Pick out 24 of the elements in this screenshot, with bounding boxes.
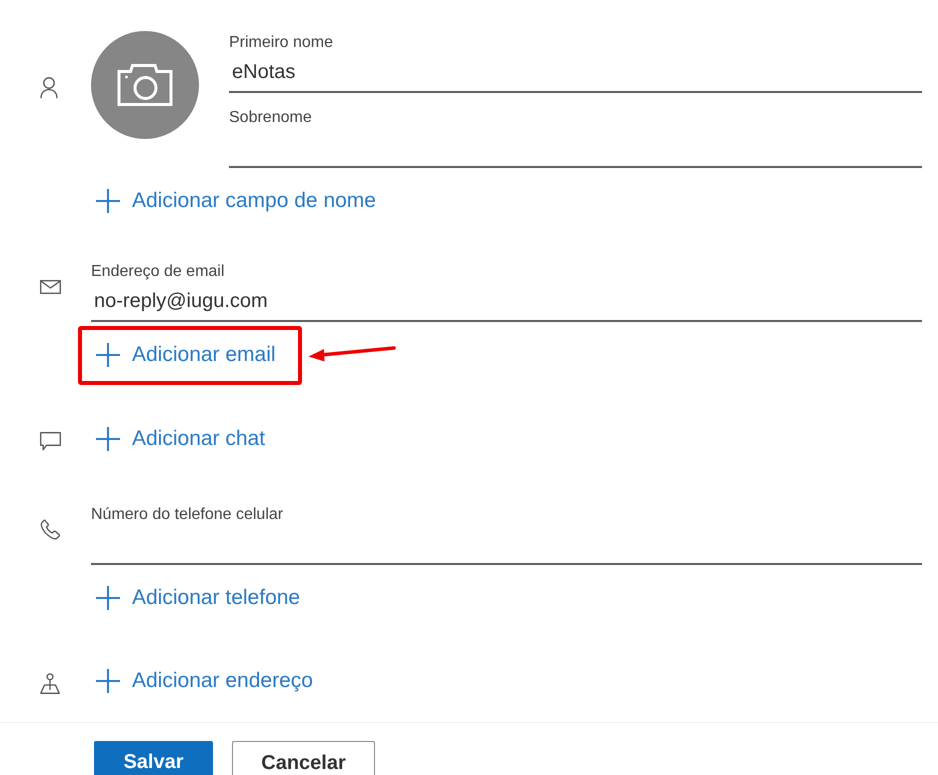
field-label: Sobrenome [229, 108, 313, 128]
camera-icon [117, 63, 173, 107]
plus-icon [96, 586, 120, 610]
text-field[interactable]: eNotas [229, 53, 922, 93]
add-field-link[interactable]: Adicionar telefone [91, 578, 300, 618]
field-label: Primeiro nome [229, 33, 334, 53]
field-label: Número do telefone celular [91, 505, 284, 525]
save-button[interactable]: Salvar [94, 741, 213, 775]
add-field-link[interactable]: Adicionar chat [91, 419, 266, 459]
plus-icon [96, 189, 120, 213]
plus-icon [96, 343, 120, 367]
text-field[interactable]: no-reply@iugu.com [91, 282, 922, 322]
add-field-link[interactable]: Adicionar campo de nome [91, 181, 376, 221]
person-icon [40, 77, 58, 99]
add-field-link[interactable]: Adicionar email [91, 335, 276, 375]
chat-bubble-icon [40, 432, 61, 451]
plus-icon [96, 427, 120, 451]
cancel-button[interactable]: Cancelar [232, 741, 375, 775]
map-pin-icon [40, 673, 60, 694]
field-label: Endereço de email [91, 262, 226, 282]
plus-icon [96, 669, 120, 693]
mail-icon [40, 280, 61, 294]
phone-icon [40, 519, 60, 540]
add-field-link[interactable]: Adicionar endereço [91, 661, 313, 701]
